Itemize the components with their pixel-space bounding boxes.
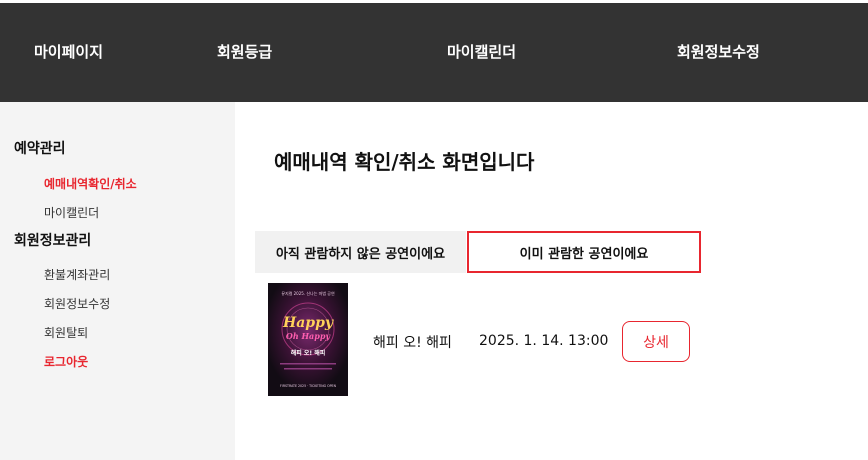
sidebar-item-reservation-history[interactable]: 예매내역확인/취소 bbox=[44, 175, 137, 192]
nav-edit-member-info[interactable]: 회원정보수정 bbox=[677, 41, 760, 62]
sidebar-group-member-info: 회원정보관리 bbox=[14, 233, 92, 249]
show-poster-icon: 뮤지컬 2025. 신나는 마법 공연 Happy Oh Happy 해피 오!… bbox=[268, 283, 348, 396]
show-poster-image[interactable]: 뮤지컬 2025. 신나는 마법 공연 Happy Oh Happy 해피 오!… bbox=[268, 283, 348, 396]
sidebar-item-logout[interactable]: 로그아웃 bbox=[44, 353, 88, 370]
svg-text:Happy: Happy bbox=[282, 315, 334, 331]
svg-text:Oh Happy: Oh Happy bbox=[286, 331, 332, 341]
page-title: 예매내역 확인/취소 화면입니다 bbox=[274, 150, 535, 174]
svg-text:FIRSTRATE 2025 · TICKETING OPE: FIRSTRATE 2025 · TICKETING OPEN bbox=[280, 384, 337, 388]
nav-my-calendar[interactable]: 마이캘린더 bbox=[447, 41, 516, 62]
sidebar-item-withdraw[interactable]: 회원탈퇴 bbox=[44, 324, 88, 341]
sidebar-group-reservation: 예약관리 bbox=[14, 141, 66, 157]
tab-not-yet-watched[interactable]: 아직 관람하지 않은 공연이에요 bbox=[255, 231, 466, 273]
show-datetime: 2025. 1. 14. 13:00 bbox=[479, 333, 609, 349]
nav-member-grade[interactable]: 회원등급 bbox=[217, 41, 272, 62]
detail-button[interactable]: 상세 bbox=[622, 321, 690, 362]
svg-text:해피 오! 해피: 해피 오! 해피 bbox=[291, 349, 326, 357]
sidebar-item-edit-member-info[interactable]: 회원정보수정 bbox=[44, 295, 110, 312]
nav-mypage[interactable]: 마이페이지 bbox=[34, 41, 103, 62]
sidebar-item-refund-account[interactable]: 환불계좌관리 bbox=[44, 266, 110, 283]
show-title: 해피 오! 해피 bbox=[373, 335, 452, 351]
sidebar: 예약관리 예매내역확인/취소 마이캘린더 회원정보관리 환불계좌관리 회원정보수… bbox=[0, 102, 235, 460]
top-navigation: 마이페이지 회원등급 마이캘린더 회원정보수정 bbox=[0, 3, 868, 102]
tab-already-watched[interactable]: 이미 관람한 공연이에요 bbox=[467, 231, 701, 273]
sidebar-item-my-calendar[interactable]: 마이캘린더 bbox=[44, 204, 99, 221]
svg-text:뮤지컬 2025. 신나는 마법 공연: 뮤지컬 2025. 신나는 마법 공연 bbox=[281, 290, 335, 296]
